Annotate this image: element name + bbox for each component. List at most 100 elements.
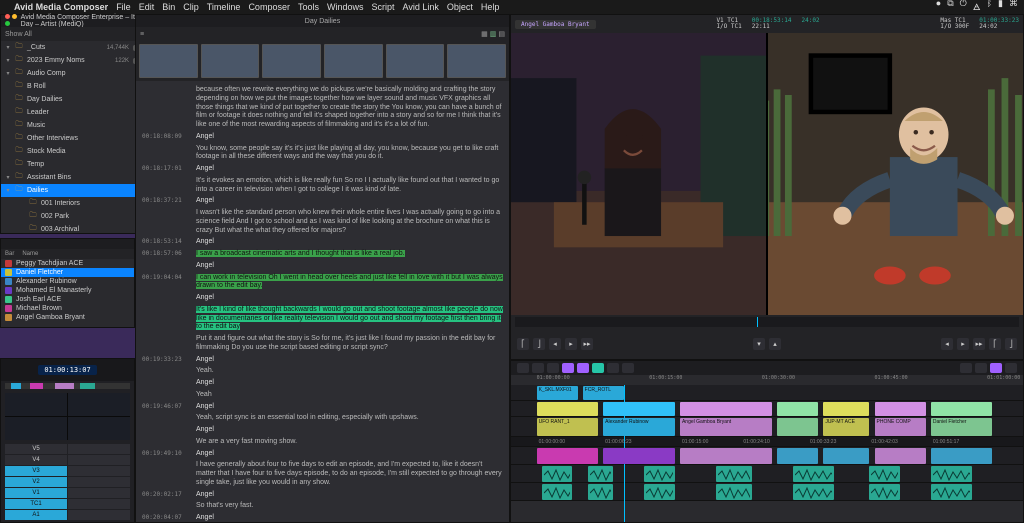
menu-file[interactable]: File [116, 2, 131, 12]
tl-tool[interactable] [517, 363, 529, 373]
timeline-audio-clip[interactable] [644, 484, 675, 500]
track-button-b[interactable] [68, 466, 130, 476]
clip-thumb[interactable] [139, 44, 198, 78]
people-row[interactable]: Michael Brown [1, 304, 134, 313]
menu-tools[interactable]: Tools [298, 2, 319, 12]
clip-thumb[interactable] [447, 44, 506, 78]
timeline-audio-clip[interactable] [869, 484, 900, 500]
mark-in-button[interactable]: ⎡ [517, 338, 529, 350]
tl-tool[interactable] [622, 363, 634, 373]
transcript-line[interactable]: 00:20:04:07Angel [142, 514, 503, 522]
col-name[interactable]: Name [22, 251, 38, 257]
tl-tool[interactable] [1005, 363, 1017, 373]
people-row[interactable]: Angel Gamboa Bryant [1, 313, 134, 322]
rec-mark-in-button[interactable]: ⎡ [989, 338, 1001, 350]
splice-button[interactable]: ▴ [769, 338, 781, 350]
transcript-line[interactable]: 00:20:02:17Angel [142, 491, 503, 500]
timeline-clip[interactable] [931, 448, 992, 464]
timeline-clip[interactable] [777, 418, 818, 436]
tl-tool[interactable] [990, 363, 1002, 373]
timeline-clip[interactable] [537, 402, 598, 416]
timeline-clip[interactable]: Daniel Fletcher [931, 418, 992, 436]
clip-thumb[interactable] [262, 44, 321, 78]
timeline-ruler[interactable]: 01:00:00:0001:00:15:0001:00:30:0001:00:4… [511, 375, 1023, 385]
timeline-audio-clip[interactable] [716, 466, 752, 482]
timeline-clip[interactable] [931, 402, 992, 416]
timeline-audio-clip[interactable] [793, 484, 834, 500]
track-button-b[interactable] [68, 499, 130, 509]
transcript-body[interactable]: because often we rewrite everything we d… [136, 81, 509, 522]
track-button[interactable]: V5 [5, 444, 67, 454]
timeline-audio-clip[interactable] [542, 484, 573, 500]
rec-play-button[interactable]: ▸ [957, 338, 969, 350]
timeline-clip[interactable]: K_SKL.MXF01 [537, 386, 578, 400]
rec-step-back-button[interactable]: ◂ [941, 338, 953, 350]
transcript-title-bar[interactable]: Day Dailies [136, 15, 509, 27]
transcript-line[interactable]: Angel [142, 426, 503, 435]
track-button[interactable]: A1 [5, 510, 67, 520]
timeline-clip[interactable] [603, 402, 675, 416]
tl-tool[interactable] [532, 363, 544, 373]
track-button[interactable]: V2 [5, 477, 67, 487]
timeline-clip[interactable]: UFO RANT_1 [537, 418, 598, 436]
timeline-audio-clip[interactable] [869, 466, 900, 482]
transcript-line[interactable]: 00:18:08:09Angel [142, 133, 503, 142]
transcript-line[interactable]: We are a very fast moving show. [142, 438, 503, 447]
track-button[interactable]: V4 [5, 455, 67, 465]
track-button[interactable]: V3 [5, 466, 67, 476]
timeline-audio-clip[interactable] [588, 484, 614, 500]
mark-out-button[interactable]: ⎦ [533, 338, 545, 350]
timeline-clip[interactable]: FCR_ROTL [583, 386, 624, 400]
transcript-line[interactable]: Yeah, script sync is an essential tool i… [142, 414, 503, 423]
mini-overview-strip[interactable] [5, 383, 130, 389]
view-frame-icon[interactable]: ▥ [490, 30, 497, 38]
source-scrub-bar[interactable] [515, 317, 1019, 327]
transcript-line[interactable]: because often we rewrite everything we d… [142, 86, 503, 130]
transcript-line[interactable]: 00:18:37:21Angel [142, 197, 503, 206]
menu-windows[interactable]: Windows [327, 2, 364, 12]
timeline-audio-clip[interactable] [644, 466, 675, 482]
transcript-line[interactable]: 00:19:04:04I can work in television Oh I… [142, 274, 503, 292]
transcript-line[interactable]: Put it and figure out what the story is … [142, 335, 503, 353]
people-row[interactable]: Mohamed El Manasterly [1, 286, 134, 295]
play-button[interactable]: ▸ [565, 338, 577, 350]
track-button[interactable]: TC1 [5, 499, 67, 509]
transcript-line[interactable]: Yeah. [142, 367, 503, 376]
clip-thumb[interactable] [324, 44, 383, 78]
track-button-b[interactable] [68, 444, 130, 454]
menu-edit[interactable]: Edit [139, 2, 155, 12]
tl-tool[interactable] [547, 363, 559, 373]
track-button-b[interactable] [68, 510, 130, 520]
transcript-line[interactable]: 00:19:33:23Angel [142, 356, 503, 365]
tl-tool-active[interactable] [562, 363, 574, 373]
clip-thumbnail-strip[interactable] [136, 41, 509, 81]
source-monitor[interactable] [511, 33, 766, 315]
col-bar[interactable]: Bar [5, 251, 14, 257]
timeline-clip[interactable] [823, 448, 869, 464]
transcript-line[interactable]: 00:18:53:14Angel [142, 238, 503, 247]
timeline-clip[interactable]: Alexander Rubinow [603, 418, 675, 436]
people-list[interactable]: Peggy Tachdjian ACEDaniel FletcherAlexan… [1, 259, 134, 322]
transcript-line[interactable]: 00:19:46:07Angel [142, 403, 503, 412]
tl-tool-active[interactable] [577, 363, 589, 373]
track-button-b[interactable] [68, 455, 130, 465]
bin-filter-dropdown[interactable]: Show All [5, 31, 32, 38]
people-row[interactable]: Alexander Rubinow [1, 277, 134, 286]
timeline-audio-clip[interactable] [793, 466, 834, 482]
menu-composer[interactable]: Composer [248, 2, 290, 12]
view-script-icon[interactable]: ▤ [498, 30, 505, 38]
transcript-line[interactable]: It's like I kind of like thought backwar… [142, 306, 503, 332]
timeline-audio-clip[interactable] [588, 466, 614, 482]
timeline-clip[interactable] [777, 448, 818, 464]
menu-timeline[interactable]: Timeline [207, 2, 241, 12]
source-clip-name[interactable]: Angel Gamboa Bryant [515, 20, 596, 29]
transcript-line[interactable]: So that's very fast. [142, 502, 503, 511]
track-button-b[interactable] [68, 488, 130, 498]
transcript-line[interactable]: Angel [142, 379, 503, 388]
step-fwd-button[interactable]: ▸▸ [581, 338, 593, 350]
timeline-clip[interactable] [823, 402, 869, 416]
menu-script[interactable]: Script [371, 2, 394, 12]
timeline-tracks[interactable]: K_SKL.MXF01 FCR_ROTL UFO RANT_1 Alexander R… [511, 385, 1023, 522]
rec-mark-out-button[interactable]: ⎦ [1005, 338, 1017, 350]
timeline-clip[interactable] [875, 402, 926, 416]
